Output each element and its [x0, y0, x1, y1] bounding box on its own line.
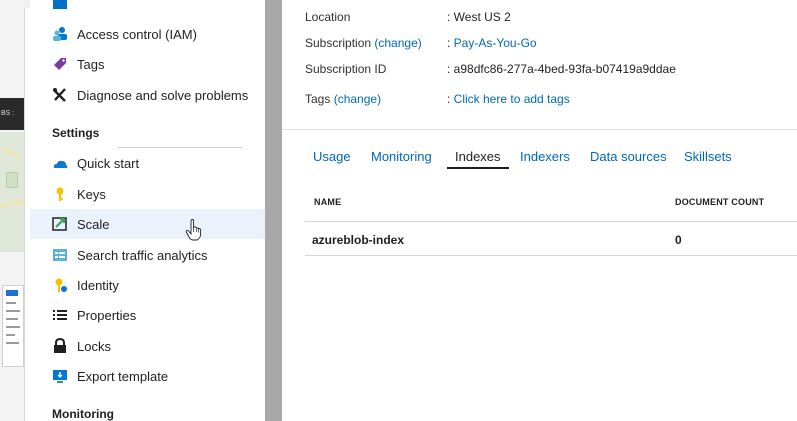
menu-item-label: Keys	[77, 186, 106, 202]
background-document-thumbnail	[2, 285, 24, 367]
tags-value-group: : Click here to add tags	[447, 92, 570, 106]
colon-separator: :	[447, 92, 454, 106]
resource-menu: Access control (IAM) Tags Diagnose and s…	[30, 0, 265, 421]
subscription-change-link[interactable]: (change)	[374, 36, 421, 50]
menu-item-diagnose[interactable]: Diagnose and solve problems	[30, 80, 265, 110]
subscription-label: Subscription	[305, 36, 372, 50]
search-service-overview: Location : West US 2 Subscription (chang…	[282, 0, 797, 421]
column-header-document-count[interactable]: DOCUMENT COUNT	[675, 197, 764, 207]
menu-item-label: Scale	[77, 216, 110, 232]
menu-item-cut-off[interactable]	[30, 0, 265, 19]
tags-change-link[interactable]: (change)	[334, 92, 381, 106]
menu-item-search-traffic-analytics[interactable]: Search traffic analytics	[30, 240, 265, 270]
colon-separator: :	[447, 36, 454, 50]
menu-item-access-control[interactable]: Access control (IAM)	[30, 19, 265, 49]
people-icon	[52, 26, 68, 42]
tab-monitoring[interactable]: Monitoring	[371, 149, 432, 164]
menu-item-label: Tags	[77, 56, 105, 72]
key-icon	[52, 186, 68, 202]
menu-item-label: Locks	[77, 338, 111, 354]
menu-item-label: Export template	[77, 368, 169, 384]
subscription-id-label: Subscription ID	[305, 62, 387, 76]
tags-label-group: Tags (change)	[305, 92, 381, 106]
tags-label: Tags	[305, 92, 331, 106]
row-divider	[305, 255, 797, 256]
subscription-value-link[interactable]: Pay-As-You-Go	[454, 36, 537, 50]
document-count-cell: 0	[675, 233, 682, 247]
export-icon	[52, 368, 68, 384]
menu-item-label: Quick start	[77, 155, 140, 171]
background-window: BS :	[0, 0, 25, 421]
activity-log-icon	[52, 0, 68, 12]
subscription-id-value: : a98dfc86-277a-4bed-93fa-b07419a9ddae	[447, 62, 676, 76]
tab-indexes[interactable]: Indexes	[455, 149, 501, 164]
subscription-value-group: : Pay-As-You-Go	[447, 36, 537, 50]
header-divider	[305, 221, 797, 222]
scale-icon	[52, 216, 68, 232]
tag-icon	[52, 56, 68, 72]
monitoring-section-heading: Monitoring	[52, 407, 114, 421]
panel-scrollbar[interactable]	[265, 0, 282, 421]
location-label: Location	[305, 10, 351, 24]
background-window-header: BS :	[0, 98, 24, 130]
identity-key-icon	[52, 277, 68, 293]
wrench-icon	[52, 87, 68, 103]
menu-item-properties[interactable]: Properties	[30, 300, 265, 330]
menu-item-scale[interactable]: Scale	[30, 209, 265, 239]
active-tab-indicator	[447, 167, 509, 169]
tab-usage[interactable]: Usage	[313, 149, 351, 164]
hand-cursor-icon	[185, 219, 202, 241]
list-icon	[52, 307, 68, 323]
menu-item-label: Identity	[77, 277, 119, 293]
background-window-header-text: BS :	[1, 110, 15, 117]
cloud-icon	[52, 155, 68, 171]
menu-item-label: Access control (IAM)	[77, 26, 197, 42]
tab-data-sources[interactable]: Data sources	[590, 149, 667, 164]
menu-item-keys[interactable]: Keys	[30, 179, 265, 209]
add-tags-link[interactable]: Click here to add tags	[454, 92, 570, 106]
subscription-label-group: Subscription (change)	[305, 36, 422, 50]
menu-item-label: Search traffic analytics	[77, 247, 208, 263]
tab-skillsets[interactable]: Skillsets	[684, 149, 732, 164]
background-map-thumbnail	[0, 132, 24, 252]
menu-item-label: Diagnose and solve problems	[77, 87, 249, 103]
settings-section-heading: Settings	[52, 126, 100, 140]
menu-item-label: Properties	[77, 307, 137, 323]
analytics-icon	[52, 247, 68, 263]
location-value: : West US 2	[447, 10, 511, 24]
menu-item-quick-start[interactable]: Quick start	[30, 148, 265, 178]
menu-item-identity[interactable]: Identity	[30, 270, 265, 300]
essentials-divider	[282, 129, 797, 130]
menu-item-export-template[interactable]: Export template	[30, 361, 265, 391]
menu-item-locks[interactable]: Locks	[30, 331, 265, 361]
menu-item-tags[interactable]: Tags	[30, 49, 265, 79]
lock-icon	[52, 338, 68, 354]
index-name-cell[interactable]: azureblob-index	[312, 233, 404, 247]
column-header-name[interactable]: NAME	[314, 197, 341, 207]
tab-indexers[interactable]: Indexers	[520, 149, 570, 164]
